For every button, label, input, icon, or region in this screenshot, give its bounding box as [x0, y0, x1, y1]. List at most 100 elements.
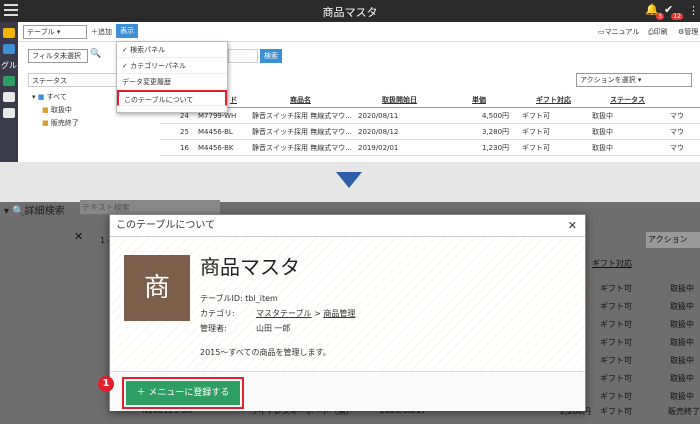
col-header[interactable]: 取扱開始日 — [382, 92, 417, 108]
status-label: ステータス — [32, 77, 67, 85]
col-header[interactable]: 単価 — [472, 92, 486, 108]
bg-cell: ギフト可 — [600, 374, 632, 383]
bg-gift-header: ギフト対応 — [592, 259, 632, 268]
table-description: 2015～すべての商品を管理します。 — [200, 348, 331, 357]
bg-cell: ギフト可 — [600, 284, 632, 293]
close-icon[interactable]: ✕ — [568, 215, 577, 237]
table-select[interactable]: テーブル ▾ — [23, 25, 87, 39]
table-row[interactable]: 24 M7799-WH 静音スイッチ採用 無線式マウ... 2020/08/11… — [160, 108, 700, 124]
bg-cell: ギフト可 — [600, 302, 632, 311]
table-avatar: 商 — [124, 255, 190, 321]
chevron-right-icon[interactable] — [3, 76, 15, 86]
folder-icon: ■ — [42, 106, 49, 114]
cell: 2020/08/11 — [358, 112, 399, 120]
bell-icon[interactable]: 🔔 3 — [645, 3, 664, 20]
cell: マウ — [670, 112, 684, 120]
subcategory-link[interactable]: 商品管理 — [323, 309, 355, 318]
action-select-value: アクションを選択 — [580, 76, 636, 84]
admin-label: 管理者: — [200, 324, 227, 333]
report-icon[interactable] — [3, 108, 15, 118]
table-row[interactable]: 16 M4456-BK 静音スイッチ採用 無線式マウ... 2019/02/01… — [160, 140, 700, 156]
print-label: 印刷 — [653, 28, 668, 36]
cell: ギフト可 — [522, 144, 550, 152]
app-header: 商品マスタ 🔔 3 ✔ 12 ⋮ — [0, 0, 700, 22]
add-button[interactable]: ＋追加 — [91, 27, 112, 37]
filter-value: フィルタ未選択 — [32, 52, 81, 60]
table-row[interactable]: 25 M4456-BL 静音スイッチ採用 無線式マウ... 2020/08/12… — [160, 124, 700, 140]
search-icon[interactable]: 🔍 — [90, 49, 101, 59]
modal-header: このテーブルについて ✕ — [110, 215, 585, 237]
grid-header: ド 商品名 取扱開始日 単価 ギフト対応 ステータス — [160, 92, 700, 108]
more-icon[interactable]: ⋮ — [688, 4, 699, 17]
bg-cell: ギフト可 — [600, 392, 632, 401]
task-badge: 12 — [671, 13, 683, 20]
notif-badge: 3 — [656, 13, 664, 20]
tree-root[interactable]: ▾ ■ すべて — [32, 92, 67, 102]
home-icon[interactable] — [3, 28, 15, 38]
tree-item[interactable]: ■ 販売終了 — [42, 118, 79, 128]
table-info: テーブルID: tbl_item カテゴリ: マスタテーブル > 商品管理 管理者… — [200, 291, 355, 336]
bg-cell: 取扱中 — [670, 392, 694, 401]
admin-label: 管理 — [684, 28, 699, 36]
search-input[interactable] — [228, 49, 258, 63]
modal-footer: ＋ メニューに登録する — [110, 371, 585, 411]
bg-cell: ギフト可 — [600, 320, 632, 329]
search-button[interactable]: 検索 — [260, 49, 282, 63]
about-table-modal: このテーブルについて ✕ 商 商品マスタ テーブルID: tbl_item カテ… — [109, 214, 586, 411]
menu-item-about-table[interactable]: このテーブルについて — [117, 90, 227, 106]
task-check-icon[interactable]: ✔ 12 — [664, 3, 683, 20]
filter-select[interactable]: フィルタ未選択 — [28, 49, 88, 63]
modal-body: 商 商品マスタ テーブルID: tbl_item カテゴリ: マスタテーブル > … — [110, 237, 585, 371]
bg-cell: 取扱中 — [670, 284, 694, 293]
display-button[interactable]: 表示 — [116, 24, 138, 38]
bg-cell: 取扱中 — [670, 320, 694, 329]
bg-text-search: テキスト検索 — [80, 200, 220, 214]
col-header[interactable]: ギフト対応 — [536, 92, 571, 108]
menu-item-category-panel[interactable]: ✓ カテゴリーパネル — [117, 58, 227, 74]
left-nav: グル — [0, 22, 18, 162]
cell: 静音スイッチ採用 無線式マウ... — [252, 144, 352, 152]
cell: ギフト可 — [522, 112, 550, 120]
id-row: テーブルID: tbl_item — [200, 291, 355, 306]
calendar-icon[interactable] — [3, 92, 15, 102]
action-select[interactable]: アクションを選択 ▾ — [576, 73, 692, 87]
bg-cell: 取扱中 — [670, 338, 694, 347]
cell: 16 — [180, 144, 189, 152]
cat-sep: > — [314, 309, 321, 318]
menu-item-search-panel[interactable]: ✓ 検索パネル — [117, 42, 227, 58]
add-label: 追加 — [98, 28, 112, 36]
tree-item[interactable]: ■ 取扱中 — [42, 105, 72, 115]
category-row: カテゴリ: マスタテーブル > 商品管理 — [200, 306, 355, 321]
cell: 2020/08/12 — [358, 128, 399, 136]
bg-cell: ギフト可 — [600, 407, 632, 416]
manual-link[interactable]: ▭マニュアル — [598, 27, 639, 37]
cell: M4456-BL — [198, 128, 233, 136]
bg-search-text: 詳細検索 — [24, 206, 65, 217]
cell: 3,280円 — [482, 128, 510, 136]
database-icon[interactable] — [3, 44, 15, 54]
col-header[interactable]: 商品名 — [290, 92, 311, 108]
admin-button[interactable]: ⚙管理 — [678, 27, 698, 37]
tree-root-label: すべて — [46, 93, 67, 101]
table-select-value: テーブル — [27, 28, 55, 36]
register-menu-button[interactable]: ＋ メニューに登録する — [126, 381, 240, 405]
bg-status-column: 取扱中 取扱中 取扱中 取扱中 取扱中 取扱中 取扱中 — [670, 280, 694, 406]
category-link[interactable]: マスタテーブル — [256, 309, 312, 318]
app-title: 商品マスタ — [322, 6, 378, 19]
cell: 静音スイッチ採用 無線式マウ... — [252, 112, 352, 120]
cell: M4456-BK — [198, 144, 234, 152]
col-header[interactable]: ステータス — [610, 92, 645, 108]
table-name: 商品マスタ — [200, 255, 300, 279]
tree-item-label: 取扱中 — [50, 106, 72, 114]
toolbar: テーブル ▾ ＋追加 表示 ▭マニュアル ⎙印刷 ⚙管理 — [18, 22, 700, 42]
display-menu: ✓ 検索パネル ✓ カテゴリーパネル データ変更履歴 このテーブルについて — [116, 41, 228, 113]
print-button[interactable]: ⎙印刷 — [648, 27, 668, 37]
id-label: テーブルID: — [200, 294, 243, 303]
nav-label-grl: グル — [1, 61, 17, 70]
menu-item-history[interactable]: データ変更履歴 — [117, 74, 227, 90]
step-number-badge: 1 — [98, 376, 114, 392]
cell: 静音スイッチ採用 無線式マウ... — [252, 128, 352, 136]
bg-cell: 取扱中 — [670, 302, 694, 311]
col-header[interactable]: ド — [230, 92, 237, 108]
bg-cell: ギフト可 — [600, 356, 632, 365]
